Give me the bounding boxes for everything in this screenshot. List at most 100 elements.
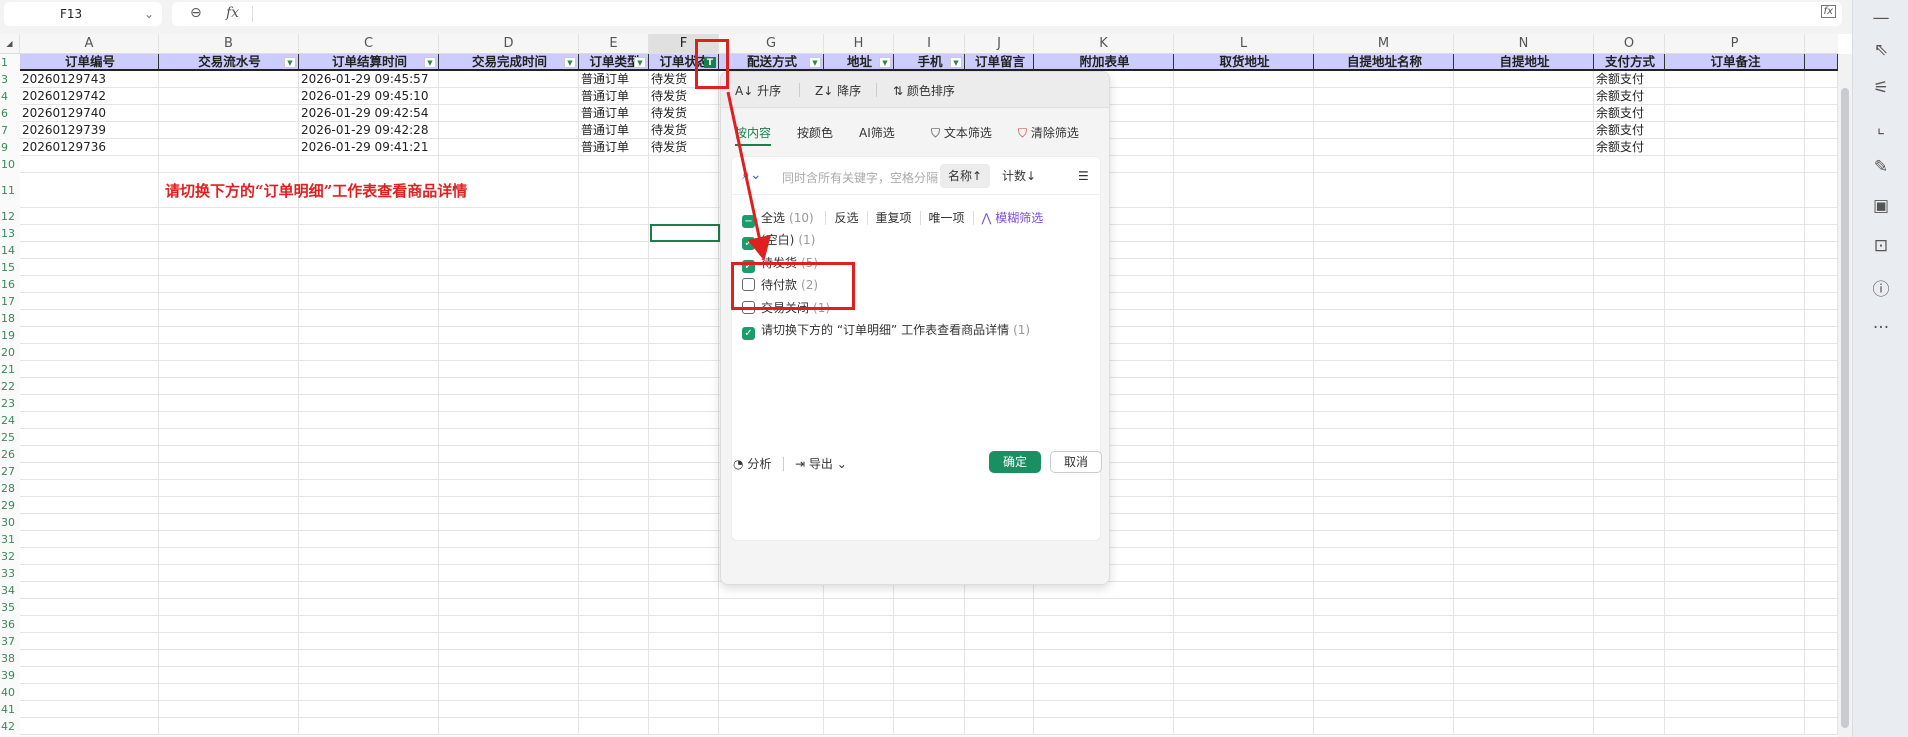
cell-E36[interactable] (579, 616, 649, 633)
cell-B40[interactable] (159, 684, 299, 701)
row-header-30[interactable]: 30 (0, 514, 20, 531)
cell-J42[interactable] (965, 718, 1034, 735)
cell-J38[interactable] (965, 650, 1034, 667)
cell-L25[interactable] (1174, 429, 1314, 446)
cell-C14[interactable] (299, 242, 439, 259)
cell-A37[interactable] (20, 633, 159, 650)
cell-C33[interactable] (299, 565, 439, 582)
row-header-16[interactable]: 16 (0, 276, 20, 293)
cell-B6[interactable] (159, 105, 299, 122)
cell-B37[interactable] (159, 633, 299, 650)
cell-P40[interactable] (1665, 684, 1805, 701)
cell-P31[interactable] (1665, 531, 1805, 548)
row-header-38[interactable]: 38 (0, 650, 20, 667)
column-header-N[interactable]: N (1454, 34, 1594, 54)
cell-M12[interactable] (1314, 208, 1454, 225)
text-filter-button[interactable]: ⛉ 文本筛选 (931, 124, 992, 141)
header-cell-N[interactable]: 自提地址 (1454, 54, 1594, 71)
cell-M31[interactable] (1314, 531, 1454, 548)
cell-C29[interactable] (299, 497, 439, 514)
cell-M17[interactable] (1314, 293, 1454, 310)
cell-E31[interactable] (579, 531, 649, 548)
header-cell-A[interactable]: 订单编号 (20, 54, 159, 71)
cell-A32[interactable] (20, 548, 159, 565)
cell-M36[interactable] (1314, 616, 1454, 633)
cell-L28[interactable] (1174, 480, 1314, 497)
cell-B10[interactable] (159, 156, 299, 173)
filter-dropdown-button[interactable]: ▼ (879, 57, 891, 68)
cell-D13[interactable] (439, 225, 579, 242)
row-header-37[interactable]: 37 (0, 633, 20, 650)
cell-D16[interactable] (439, 276, 579, 293)
header-cell-P[interactable]: 订单备注 (1665, 54, 1805, 71)
cell-F41[interactable] (649, 701, 719, 718)
cell-E16[interactable] (579, 276, 649, 293)
filter-item-checkbox[interactable]: ✓ (742, 327, 755, 340)
cell-G37[interactable] (719, 633, 824, 650)
cell-E26[interactable] (579, 446, 649, 463)
cell-E17[interactable] (579, 293, 649, 310)
cell-K41[interactable] (1034, 701, 1174, 718)
cell-L15[interactable] (1174, 259, 1314, 276)
column-header-C[interactable]: C (299, 34, 439, 54)
cell-N42[interactable] (1454, 718, 1594, 735)
cell-A9[interactable]: 20260129736 (20, 139, 159, 156)
cell-B30[interactable] (159, 514, 299, 531)
filter-item-checkbox[interactable]: ✓ (742, 237, 755, 250)
cell-D40[interactable] (439, 684, 579, 701)
column-header-M[interactable]: M (1314, 34, 1454, 54)
cell-L7[interactable] (1174, 122, 1314, 139)
cell-C15[interactable] (299, 259, 439, 276)
cell-N6[interactable] (1454, 105, 1594, 122)
row-header-15[interactable]: 15 (0, 259, 20, 276)
cell-E33[interactable] (579, 565, 649, 582)
cell-L17[interactable] (1174, 293, 1314, 310)
cell-M7[interactable] (1314, 122, 1454, 139)
cell-O20[interactable] (1594, 344, 1665, 361)
cell-A4[interactable]: 20260129742 (20, 88, 159, 105)
cell-A6[interactable]: 20260129740 (20, 105, 159, 122)
cell-P3[interactable] (1665, 71, 1805, 88)
cell-H42[interactable] (824, 718, 894, 735)
header-cell-O[interactable]: 支付方式 (1594, 54, 1665, 71)
cell-C16[interactable] (299, 276, 439, 293)
cell-N23[interactable] (1454, 395, 1594, 412)
row-header-28[interactable]: 28 (0, 480, 20, 497)
cell-A14[interactable] (20, 242, 159, 259)
confirm-button[interactable]: 确定 (989, 451, 1041, 473)
cell-B24[interactable] (159, 412, 299, 429)
analyze-button[interactable]: ◔ 分析 (733, 455, 771, 472)
cell-E32[interactable] (579, 548, 649, 565)
formula-expand-icon[interactable]: fx (1820, 5, 1836, 18)
cell-O19[interactable] (1594, 327, 1665, 344)
filter-dropdown-button[interactable]: ▼ (634, 57, 646, 68)
cell-K36[interactable] (1034, 616, 1174, 633)
cell-A40[interactable] (20, 684, 159, 701)
cell-L13[interactable] (1174, 225, 1314, 242)
cell-P21[interactable] (1665, 361, 1805, 378)
cell-L20[interactable] (1174, 344, 1314, 361)
cell-D31[interactable] (439, 531, 579, 548)
cell-F34[interactable] (649, 582, 719, 599)
cell-O9[interactable]: 余额支付 (1594, 139, 1665, 156)
row-header-9[interactable]: 9 (0, 139, 20, 156)
sort-by-name-button[interactable]: 名称↑ (940, 164, 991, 188)
sort-ascending-button[interactable]: A↓ 升序 (735, 82, 781, 99)
minimize-icon[interactable]: — (1869, 6, 1893, 30)
cell-L33[interactable] (1174, 565, 1314, 582)
cell-D41[interactable] (439, 701, 579, 718)
cell-M41[interactable] (1314, 701, 1454, 718)
cell-C34[interactable] (299, 582, 439, 599)
cell-B18[interactable] (159, 310, 299, 327)
cell-N9[interactable] (1454, 139, 1594, 156)
cell-E3[interactable]: 普通订单 (579, 71, 649, 88)
cell-E39[interactable] (579, 667, 649, 684)
cell-A24[interactable] (20, 412, 159, 429)
sort-descending-button[interactable]: Z↓ 降序 (815, 82, 861, 99)
row-header-11[interactable]: 11 (0, 173, 20, 208)
cell-C38[interactable] (299, 650, 439, 667)
cell-L19[interactable] (1174, 327, 1314, 344)
column-header-A[interactable]: A (20, 34, 159, 54)
cell-E11[interactable] (579, 173, 649, 208)
unique-link[interactable]: 唯一项 (919, 211, 965, 225)
